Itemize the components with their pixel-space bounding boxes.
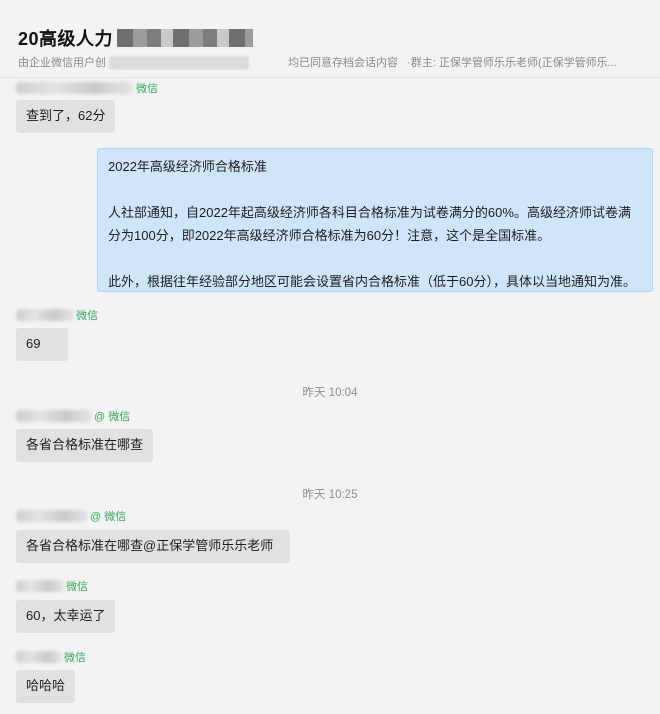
message-bubble[interactable]: 各省合格标准在哪查@正保学管师乐乐老师: [16, 530, 290, 563]
wechat-tag: 微信: [76, 310, 98, 322]
sender-name[interactable]: 微信: [16, 80, 158, 96]
sender-name[interactable]: @ 微信: [16, 408, 130, 424]
redacted-title: [117, 29, 254, 47]
redacted-sender: [16, 510, 88, 522]
message-bubble[interactable]: 60，太幸运了: [16, 600, 116, 633]
notice-title: 2022年高级经济师合格标准: [108, 159, 267, 174]
redacted-sender: [16, 580, 64, 592]
notice-message-bubble[interactable]: 2022年高级经济师合格标准 人社部通知，自2022年起高级经济师各科目合格标准…: [97, 148, 653, 292]
sender-name[interactable]: 微信: [16, 649, 86, 665]
timestamp: 昨天 10:25: [302, 489, 358, 501]
subtitle-right: 均已同意存档会话内容 ·群主: 正保学管师乐乐老师(正保学管师乐...: [288, 54, 617, 70]
sender-name[interactable]: 微信: [16, 307, 98, 323]
timestamp: 昨天 10:04: [302, 387, 358, 399]
notice-line: 此外，根据往年经验部分地区可能会设置省内合格标准（低于60分），具体以当地通知为…: [108, 274, 636, 289]
wechat-tag: 微信: [136, 83, 158, 95]
redacted-sender: [16, 309, 74, 321]
redacted-subtitle: [109, 56, 250, 71]
message-bubble[interactable]: 哈哈哈: [16, 670, 76, 703]
archive-consent-text: 均已同意存档会话内容: [288, 57, 398, 69]
group-subtitle: 由企业微信用户创 均已同意存档会话内容 ·群主: 正保学管师乐乐老师(正保学管师…: [18, 54, 650, 71]
title-row: 20高级人力: [18, 25, 254, 51]
message-bubble[interactable]: 69: [16, 328, 68, 361]
wechat-tag: @ 微信: [94, 411, 131, 423]
message-bubble[interactable]: 各省合格标准在哪查: [16, 429, 154, 462]
redacted-sender: [16, 410, 92, 422]
sender-name[interactable]: @ 微信: [16, 508, 126, 524]
subtitle-prefix: 由企业微信用户创: [18, 57, 106, 69]
wechat-tag: 微信: [64, 652, 86, 664]
redacted-sender: [16, 82, 134, 94]
sender-name[interactable]: 微信: [16, 578, 88, 594]
chat-header: 20高级人力 由企业微信用户创 均已同意存档会话内容 ·群主: 正保学管师乐乐老…: [0, 0, 660, 78]
notice-line: 分为100分，即2022年高级经济师合格标准为60分！注意，这个是全国标准。: [108, 228, 551, 243]
message-bubble[interactable]: 查到了，62分: [16, 100, 116, 133]
redacted-sender: [16, 651, 62, 663]
group-owner-text[interactable]: ·群主: 正保学管师乐乐老师(正保学管师乐...: [407, 57, 617, 69]
group-title[interactable]: 20高级人力: [18, 25, 113, 51]
notice-line: 人社部通知，自2022年起高级经济师各科目合格标准为试卷满分的60%。高级经济师…: [108, 205, 631, 220]
wechat-tag: 微信: [66, 581, 88, 593]
wechat-tag: @ 微信: [90, 511, 127, 523]
